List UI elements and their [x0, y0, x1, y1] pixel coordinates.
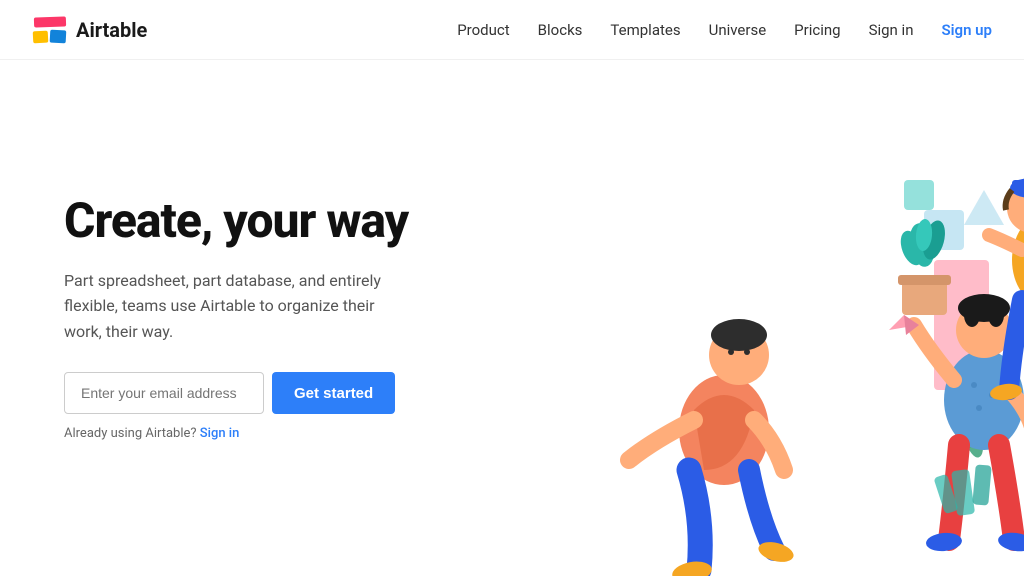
nav-link-universe[interactable]: Universe [709, 21, 767, 39]
get-started-button[interactable]: Get started [272, 372, 395, 414]
signin-note-text: Already using Airtable? [64, 426, 197, 441]
nav-links: Product Blocks Templates Universe Pricin… [457, 21, 992, 39]
logo-text: Airtable [76, 18, 147, 42]
signin-note: Already using Airtable? Sign in [64, 426, 408, 441]
nav-link-blocks[interactable]: Blocks [538, 21, 583, 39]
email-input[interactable] [64, 372, 264, 414]
nav-link-templates[interactable]: Templates [610, 21, 680, 39]
hero-illustration [444, 60, 1024, 576]
nav-signin[interactable]: Sign in [869, 21, 914, 39]
airtable-logo-icon [32, 15, 68, 45]
hero-text-block: Create, your way Part spreadsheet, part … [64, 195, 408, 442]
logo-link[interactable]: Airtable [32, 15, 147, 45]
email-form: Get started [64, 372, 408, 414]
nav-link-product[interactable]: Product [457, 21, 509, 39]
hero-svg [444, 60, 1024, 576]
nav-link-pricing[interactable]: Pricing [794, 21, 840, 39]
hero-title: Create, your way [64, 195, 408, 248]
hero-subtitle: Part spreadsheet, part database, and ent… [64, 268, 404, 345]
navbar: Airtable Product Blocks Templates Univer… [0, 0, 1024, 60]
nav-signup[interactable]: Sign up [941, 21, 992, 39]
signin-link[interactable]: Sign in [200, 426, 240, 441]
hero-section: Create, your way Part spreadsheet, part … [0, 60, 1024, 576]
